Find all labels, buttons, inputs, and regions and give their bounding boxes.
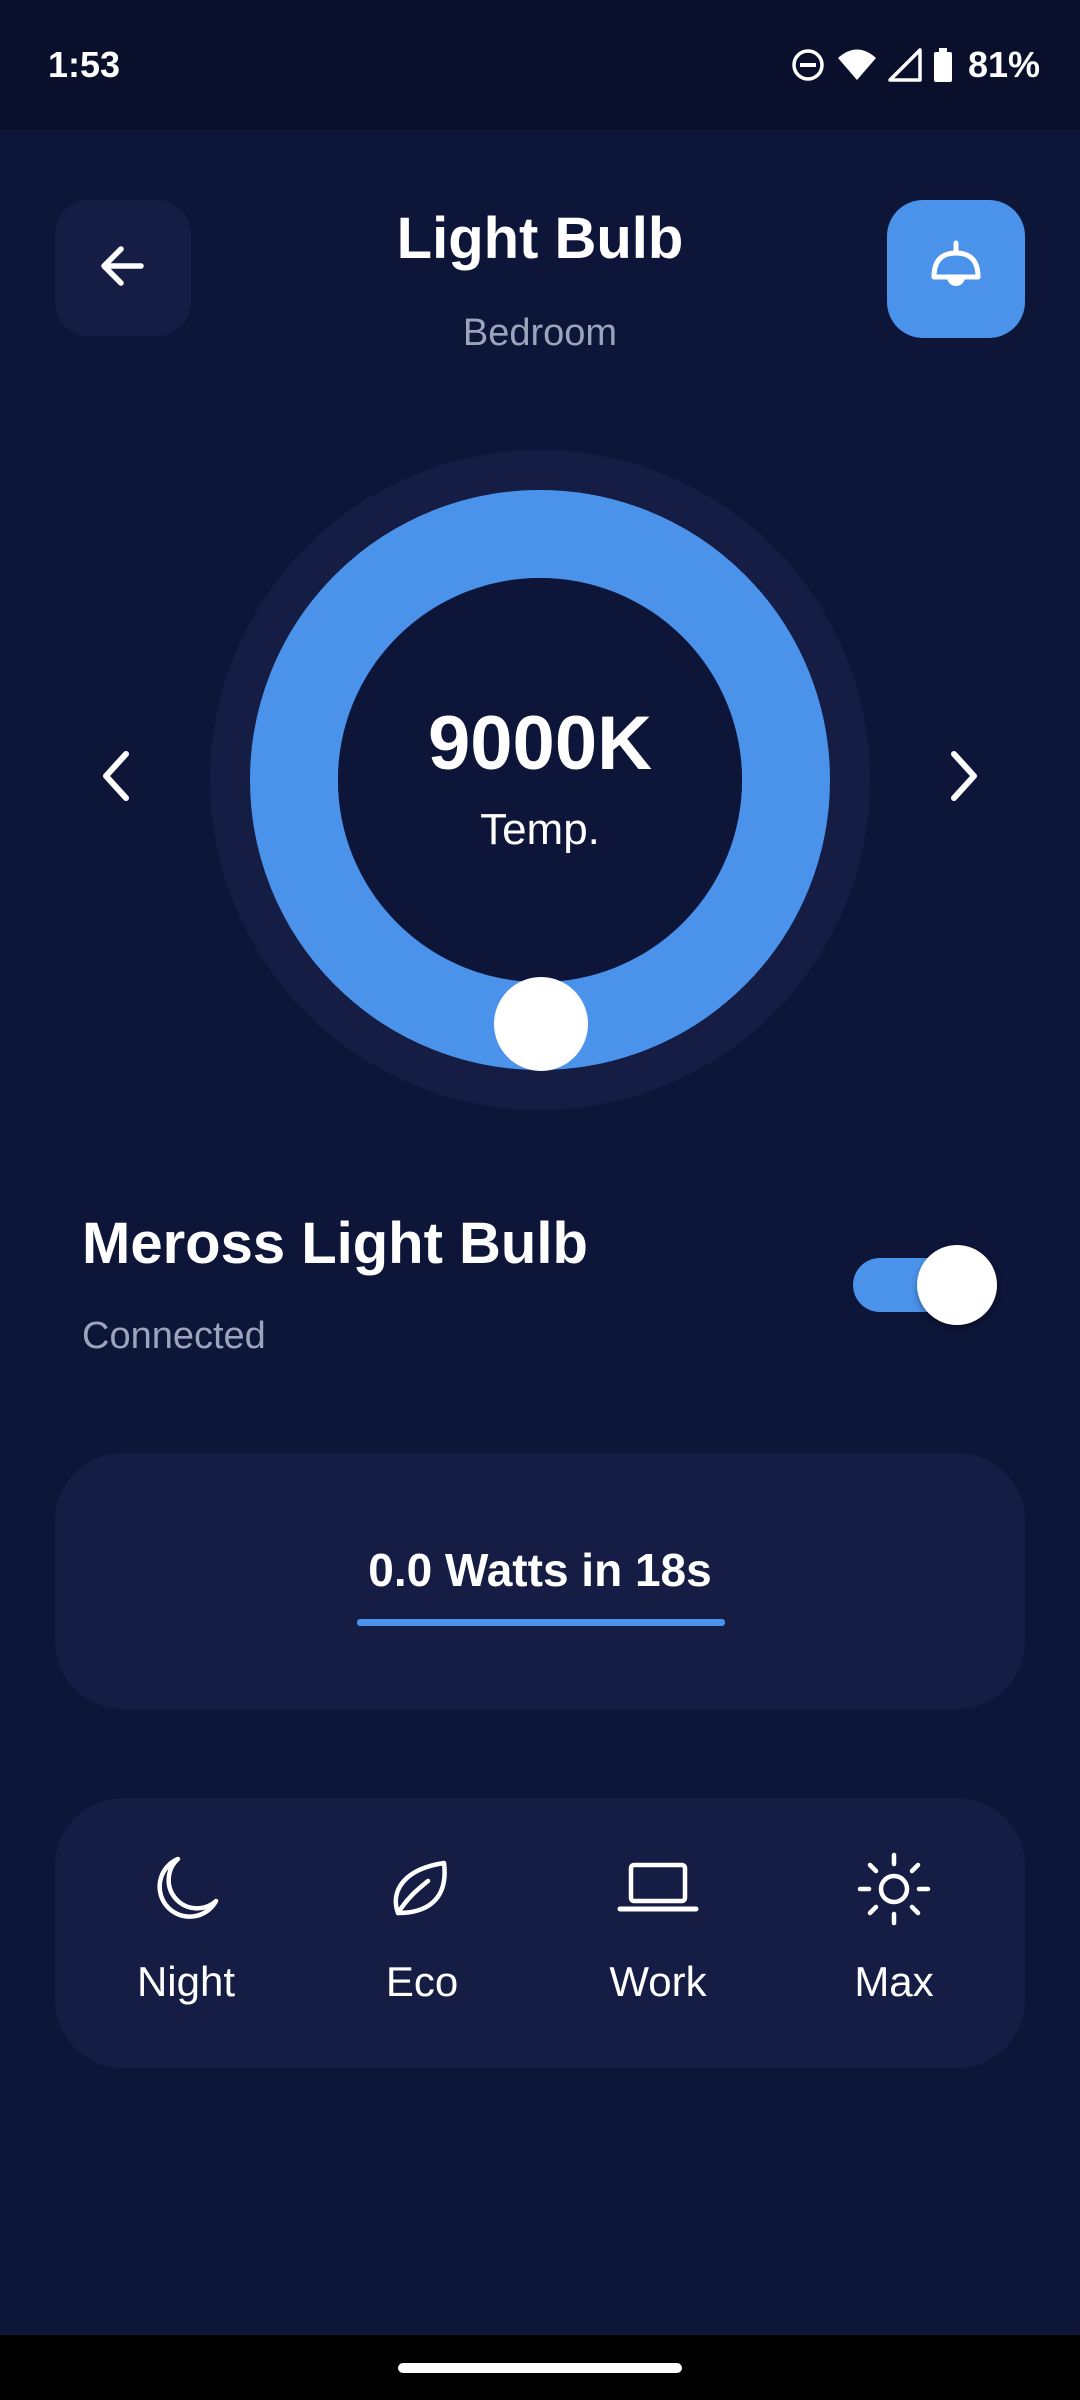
- sun-icon: [794, 1846, 994, 1932]
- app-screen: 1:53 81% Light Bulb Bedroom 9000K Temp. …: [0, 0, 1080, 2400]
- moon-icon: [86, 1846, 286, 1932]
- mode-eco-button[interactable]: Eco: [322, 1846, 522, 2026]
- device-name: Meross Light Bulb: [82, 1211, 588, 1276]
- mode-work-button[interactable]: Work: [558, 1846, 758, 2026]
- power-toggle[interactable]: [853, 1240, 1001, 1330]
- mode-label: Night: [136, 1958, 236, 2005]
- status-time: 1:53: [48, 44, 121, 85]
- status-bar: 1:53 81%: [0, 0, 1080, 130]
- navigation-bar: [0, 2335, 1080, 2400]
- status-icons: 81%: [790, 40, 1040, 90]
- device-type-button[interactable]: [887, 200, 1025, 338]
- leaf-icon: [322, 1846, 522, 1932]
- next-button[interactable]: [924, 730, 1004, 826]
- energy-usage-text: 0.0 Watts in 18s: [368, 1544, 712, 1596]
- cell-signal-icon: [888, 47, 922, 83]
- mode-label: Work: [609, 1958, 707, 2005]
- dial-knob[interactable]: [494, 977, 588, 1071]
- pendant-lamp-icon: [924, 235, 988, 304]
- mode-label: Eco: [385, 1958, 459, 2005]
- temperature-label: Temp.: [480, 805, 600, 854]
- temperature-value: 9000K: [428, 701, 652, 786]
- chevron-left-icon: [96, 746, 136, 811]
- energy-usage-card: 0.0 Watts in 18s: [55, 1453, 1025, 1709]
- mode-max-button[interactable]: Max: [794, 1846, 994, 2026]
- mode-night-button[interactable]: Night: [86, 1846, 286, 2026]
- connection-status: Connected: [82, 1315, 266, 1357]
- do-not-disturb-icon: [790, 47, 826, 83]
- chevron-right-icon: [944, 746, 984, 811]
- laptop-icon: [558, 1846, 758, 1932]
- home-indicator[interactable]: [398, 2363, 682, 2373]
- modes-card: Night Eco Work Max: [55, 1798, 1025, 2068]
- battery-percent: 81%: [967, 44, 1040, 85]
- previous-button[interactable]: [76, 730, 156, 826]
- temperature-dial[interactable]: 9000K Temp.: [210, 450, 870, 1110]
- battery-icon: [932, 47, 954, 83]
- energy-usage-underline: [357, 1619, 725, 1626]
- wifi-icon: [836, 47, 878, 83]
- mode-label: Max: [854, 1958, 934, 2005]
- toggle-thumb: [917, 1245, 997, 1325]
